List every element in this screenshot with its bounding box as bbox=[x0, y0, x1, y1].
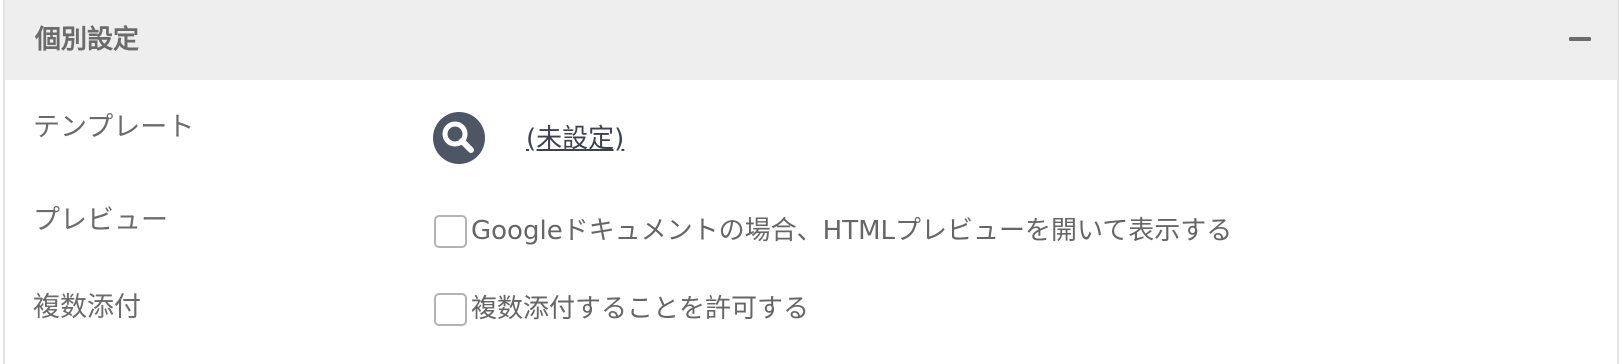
individual-settings-panel: 個別設定 テンプレート (未設定) プレビュー Googleドキュメントの場合、… bbox=[3, 0, 1619, 364]
template-label: テンプレート bbox=[33, 112, 195, 143]
multi-attach-option[interactable]: 複数添付することを許可する bbox=[434, 291, 809, 327]
preview-label: プレビュー bbox=[33, 205, 168, 236]
preview-checkbox-label[interactable]: Googleドキュメントの場合、HTMLプレビューを開いて表示する bbox=[471, 214, 1232, 248]
panel-header[interactable]: 個別設定 bbox=[5, 0, 1617, 80]
panel-title: 個別設定 bbox=[35, 25, 140, 55]
multi-attach-label: 複数添付 bbox=[33, 292, 141, 323]
search-icon[interactable] bbox=[433, 112, 485, 164]
minus-icon[interactable] bbox=[1567, 24, 1595, 52]
multi-attach-checkbox-label[interactable]: 複数添付することを許可する bbox=[471, 292, 809, 326]
preview-checkbox[interactable] bbox=[434, 214, 467, 248]
preview-option[interactable]: Googleドキュメントの場合、HTMLプレビューを開いて表示する bbox=[434, 213, 1232, 249]
multi-attach-checkbox[interactable] bbox=[434, 292, 467, 326]
template-unset-link[interactable]: (未設定) bbox=[526, 122, 624, 156]
